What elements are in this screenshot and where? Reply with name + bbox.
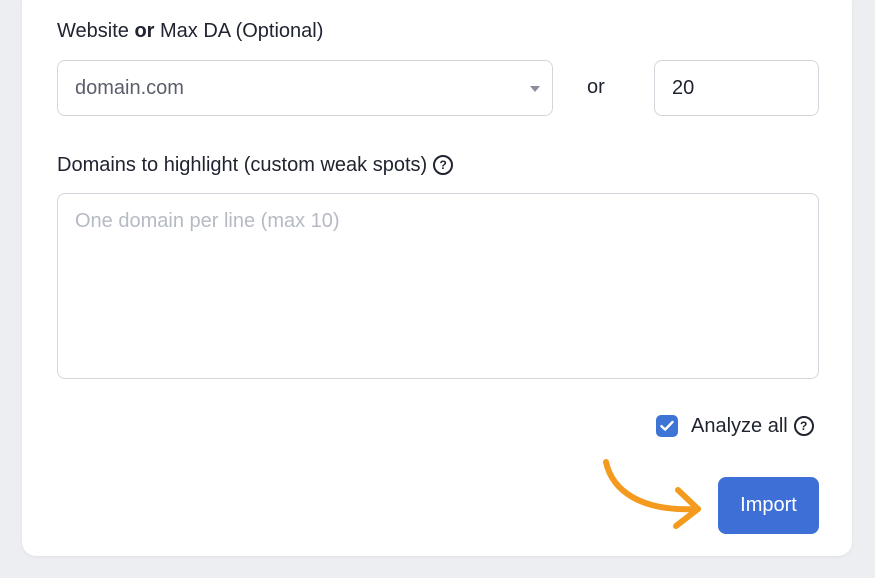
- curved-arrow-annotation: [603, 459, 701, 529]
- website-label-prefix: Website: [57, 20, 135, 42]
- highlight-domains-textarea[interactable]: One domain per line (max 10): [57, 193, 819, 379]
- max-da-input[interactable]: 20: [654, 60, 819, 116]
- max-da-value: 20: [672, 77, 695, 99]
- check-icon: [660, 420, 674, 431]
- highlight-placeholder: One domain per line (max 10): [75, 210, 340, 232]
- highlight-label: Domains to highlight (custom weak spots)…: [57, 154, 454, 177]
- website-label: Website or Max DA (Optional): [57, 20, 323, 43]
- question-circle-icon[interactable]: ?: [793, 416, 814, 436]
- analyze-all-label: Analyze all?: [691, 415, 814, 438]
- website-select[interactable]: domain.com: [57, 60, 553, 116]
- or-separator: or: [587, 76, 605, 98]
- website-label-suffix: Max DA (Optional): [154, 20, 324, 42]
- chevron-down-icon: [530, 86, 540, 92]
- highlight-label-text: Domains to highlight (custom weak spots): [57, 154, 428, 176]
- website-label-or: or: [134, 20, 155, 42]
- question-circle-icon[interactable]: ?: [433, 155, 454, 175]
- import-button[interactable]: Import: [718, 477, 819, 534]
- analyze-all-label-text: Analyze all: [691, 415, 788, 437]
- website-select-value: domain.com: [75, 77, 184, 99]
- analyze-all-checkbox[interactable]: [656, 415, 678, 437]
